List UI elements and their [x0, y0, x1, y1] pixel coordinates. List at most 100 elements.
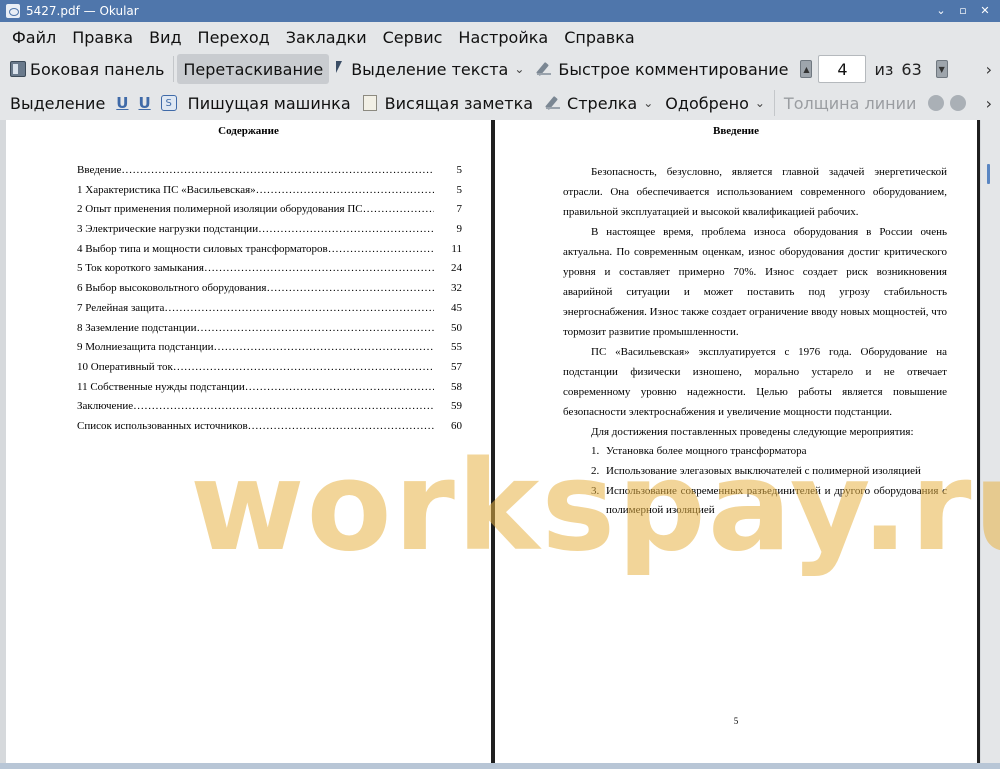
- toc-entry[interactable]: 5 Ток короткого замыкания 24: [77, 262, 462, 282]
- numbered-list: 1. Установка более мощного трансформатор…: [563, 442, 947, 520]
- toc-entry[interactable]: 4 Выбор типа и мощности силовых трансфор…: [77, 243, 462, 263]
- toc-leader-dots: [363, 203, 434, 215]
- vertical-scrollbar[interactable]: [981, 120, 1000, 763]
- toc-entry[interactable]: 7 Релейная защита 45: [77, 302, 462, 322]
- chevron-down-icon[interactable]: ⌄: [643, 96, 653, 110]
- strikeout-icon[interactable]: S: [160, 95, 177, 111]
- highlighter-button[interactable]: Выделение: [4, 88, 111, 118]
- list-item: 3. Использование современных разъедините…: [563, 482, 947, 520]
- list-item: 2. Использование элегазовых выключателей…: [563, 462, 947, 481]
- close-icon[interactable]: ✕: [978, 4, 992, 18]
- menu-bookmarks[interactable]: Закладки: [278, 28, 375, 47]
- bottom-scrollbar[interactable]: [0, 763, 1000, 769]
- maximize-icon[interactable]: ▫: [956, 4, 970, 18]
- toc-entry[interactable]: 1 Характеристика ПС «Васильевская» 5: [77, 184, 462, 204]
- toc-entry[interactable]: 3 Электрические нагрузки подстанции 9: [77, 223, 462, 243]
- page-number-input[interactable]: [818, 55, 867, 83]
- toc-leader-dots: [121, 164, 434, 176]
- pen-icon: [536, 61, 554, 77]
- menu-go[interactable]: Переход: [190, 28, 278, 47]
- color-icon[interactable]: [928, 95, 945, 111]
- pdf-page-left: Содержание Введение51 Характеристика ПС …: [6, 120, 491, 763]
- menu-settings[interactable]: Настройка: [450, 28, 556, 47]
- toc-entry-title: 4 Выбор типа и мощности силовых трансфор…: [77, 242, 328, 255]
- page-title: Содержание: [218, 125, 279, 137]
- window-title: 5427.pdf — Okular: [26, 4, 139, 18]
- toc-entry-page: 59: [451, 400, 462, 413]
- toc-entry[interactable]: 11 Собственные нужды подстанции 58: [77, 381, 462, 401]
- chevron-down-icon[interactable]: ⌄: [514, 62, 524, 76]
- toc-leader-dots: [197, 322, 434, 334]
- stamp-label: Одобрено: [665, 93, 749, 113]
- toc-entry-page: 32: [451, 282, 462, 295]
- font-icon[interactable]: [950, 95, 967, 111]
- line-width-button[interactable]: Толщина линии: [778, 88, 923, 118]
- toc-entry-title: 10 Оперативный ток: [77, 360, 173, 373]
- table-of-contents: Введение51 Характеристика ПС «Васильевск…: [77, 164, 462, 440]
- toolbar-overflow-icon[interactable]: ›: [986, 94, 992, 113]
- menu-edit[interactable]: Правка: [64, 28, 141, 47]
- quick-annotations-button[interactable]: Быстрое комментирование: [530, 54, 794, 84]
- squiggle-underline-icon[interactable]: U: [133, 94, 155, 112]
- toc-leader-dots: [328, 243, 434, 255]
- toc-entry[interactable]: 6 Выбор высоковольтного оборудования 32: [77, 282, 462, 302]
- minimize-icon[interactable]: ⌄: [934, 4, 948, 18]
- toc-entry-title: 11 Собственные нужды подстанции: [77, 380, 245, 393]
- sidebar-toggle-button[interactable]: Боковая панель: [4, 54, 170, 84]
- list-number: 1.: [591, 445, 600, 457]
- next-page-button[interactable]: ▼: [935, 60, 948, 78]
- toc-entry-title: 8 Заземление подстанции: [77, 321, 197, 334]
- toc-entry-title: 6 Выбор высоковольтного оборудования: [77, 282, 267, 295]
- page-edge: [977, 120, 980, 763]
- chevron-down-icon[interactable]: ⌄: [755, 96, 765, 110]
- page-title: Введение: [712, 125, 760, 137]
- window-controls: ⌄ ▫ ✕: [934, 4, 992, 18]
- toc-entry[interactable]: 9 Молниезащита подстанции 55: [77, 341, 462, 361]
- toc-entry[interactable]: Введение 5: [77, 164, 462, 184]
- toc-entry-title: Заключение: [77, 400, 134, 413]
- text-selection-label: Выделение текста: [351, 59, 509, 79]
- toc-leader-dots: [245, 381, 434, 393]
- scrollbar-thumb[interactable]: [987, 164, 990, 184]
- text-selection-tool-button[interactable]: Выделение текста ⌄: [329, 54, 530, 84]
- inline-note-button[interactable]: Висящая заметка: [357, 88, 539, 118]
- sidebar-icon: [10, 61, 26, 77]
- list-number: 3.: [591, 485, 600, 497]
- toc-entry[interactable]: 8 Заземление подстанции 50: [77, 322, 462, 342]
- toc-entry[interactable]: Заключение 59: [77, 400, 462, 420]
- main-toolbar: Боковая панель Перетаскивание Выделение …: [0, 52, 1000, 86]
- toc-entry-title: 1 Характеристика ПС «Васильевская»: [77, 183, 256, 196]
- list-number: 2.: [591, 465, 600, 477]
- line-width-label: Толщина линии: [783, 93, 917, 113]
- toolbar-overflow-icon[interactable]: ›: [986, 60, 992, 79]
- toc-leader-dots: [204, 262, 434, 274]
- previous-page-button[interactable]: ▲: [800, 60, 813, 78]
- toc-entry[interactable]: 10 Оперативный ток 57: [77, 361, 462, 381]
- toc-entry-page: 57: [451, 360, 462, 373]
- toc-entry[interactable]: 2 Опыт применения полимерной изоляции об…: [77, 203, 462, 223]
- toc-entry-title: Список использованных источников: [77, 419, 248, 432]
- sidebar-button-label: Боковая панель: [30, 59, 165, 79]
- page-total: 63: [901, 59, 922, 79]
- list-text: Использование элегазовых выключателей с …: [606, 465, 921, 477]
- document-view[interactable]: Содержание Введение51 Характеристика ПС …: [0, 120, 1000, 763]
- menu-help[interactable]: Справка: [556, 28, 643, 47]
- toc-entry-page: 50: [451, 321, 462, 334]
- menu-file[interactable]: Файл: [4, 28, 64, 47]
- menu-view[interactable]: Вид: [141, 28, 189, 47]
- browse-tool-button[interactable]: Перетаскивание: [177, 54, 330, 84]
- paragraph: ПС «Васильевская» эксплуатируется с 1976…: [563, 346, 947, 418]
- note-icon: [362, 95, 377, 111]
- toc-entry-page: 60: [451, 419, 462, 432]
- stamp-button[interactable]: Одобрено ⌄: [659, 88, 771, 118]
- menu-tools[interactable]: Сервис: [375, 28, 451, 47]
- arrow-tool-button[interactable]: Стрелка ⌄: [539, 88, 659, 118]
- toc-entry-title: 5 Ток короткого замыкания: [77, 262, 204, 275]
- typewriter-button[interactable]: Пишущая машинка: [182, 88, 357, 118]
- toc-entry[interactable]: Список использованных источников 60: [77, 420, 462, 440]
- toc-entry-page: 58: [451, 380, 462, 393]
- underline-icon[interactable]: U: [111, 94, 133, 112]
- list-item: 1. Установка более мощного трансформатор…: [563, 442, 947, 461]
- toc-entry-title: 9 Молниезащита подстанции: [77, 341, 214, 354]
- toc-leader-dots: [173, 361, 434, 373]
